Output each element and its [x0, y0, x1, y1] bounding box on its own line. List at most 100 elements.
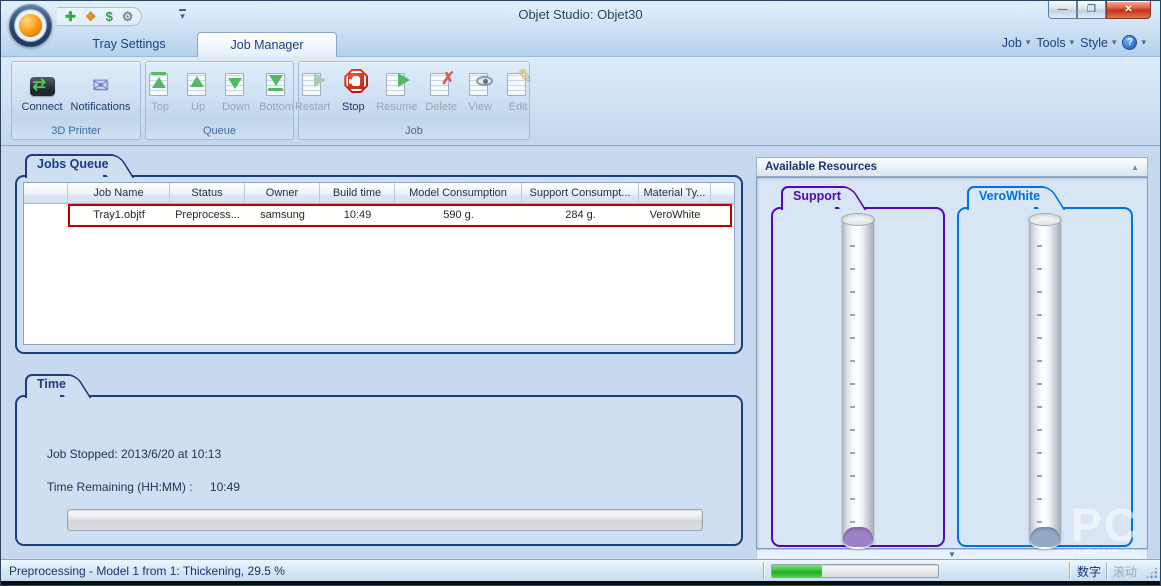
jobs-queue-body: Job Name Status Owner Build time Model C… — [15, 175, 743, 354]
refill-icon[interactable]: ❖ — [85, 10, 97, 23]
verowhite-cylinder — [1029, 213, 1061, 549]
jobs-queue-panel: Jobs Queue Job Name Status Owner Build t… — [15, 154, 743, 354]
quick-access-toolbar: ✚ ❖ $ ⚙ — [57, 7, 142, 26]
column-header-job-name[interactable]: Job Name — [68, 183, 170, 203]
status-bar: Preprocessing - Model 1 from 1: Thickeni… — [1, 559, 1160, 581]
customize-quick-access-button[interactable]: ▾ — [179, 9, 186, 21]
cost-icon[interactable]: $ — [106, 10, 113, 23]
column-header-owner[interactable]: Owner — [245, 183, 320, 203]
scroll-down-icon[interactable]: ▼ — [948, 550, 956, 559]
orb-icon — [19, 14, 42, 37]
chevron-down-icon: ▾ — [180, 12, 185, 21]
window-chrome: Objet Studio: Objet30 ✚ ❖ $ ⚙ ▾ — ❐ ✕ Tr… — [1, 1, 1160, 57]
column-header-model-consumption[interactable]: Model Consumption — [395, 183, 522, 203]
restore-icon: ❐ — [1087, 4, 1096, 15]
notifications-icon: ✉ — [85, 69, 115, 99]
resize-grip[interactable] — [1145, 566, 1158, 579]
job-progress-bar — [67, 509, 703, 531]
queue-bottom-button[interactable]: Bottom — [256, 67, 297, 115]
delete-button[interactable]: ✗ Delete — [422, 67, 460, 115]
move-top-icon — [145, 69, 175, 99]
table-header-row: Job Name Status Owner Build time Model C… — [24, 183, 734, 204]
title-bar[interactable]: Objet Studio: Objet30 ✚ ❖ $ ⚙ ▾ — ❐ ✕ — [1, 1, 1160, 31]
time-panel: Time Job Stopped: 2013/6/20 at 10:13 Tim… — [15, 374, 743, 546]
minimize-button[interactable]: — — [1048, 1, 1077, 19]
table-row[interactable]: Tray1.objtf Preprocess... samsung 10:49 … — [24, 204, 734, 226]
tab-job-manager[interactable]: Job Manager — [197, 32, 337, 57]
restart-icon — [298, 69, 328, 99]
ribbon: Connect ✉ Notifications 3D Printer Top U… — [1, 57, 1160, 146]
ribbon-group-3d-printer: Connect ✉ Notifications 3D Printer — [11, 61, 141, 140]
window-bottom-edge — [1, 581, 1160, 585]
available-resources-header[interactable]: Available Resources ▲ — [756, 157, 1148, 177]
chevron-down-icon: ▾ — [1070, 37, 1075, 48]
verowhite-group-tab: VeroWhite — [967, 186, 1058, 207]
cell-owner: samsung — [245, 204, 320, 226]
chevron-down-icon: ▾ — [1141, 37, 1146, 48]
application-orb-button[interactable] — [9, 4, 52, 47]
cartridge-label: VeroWhite — [967, 186, 1058, 203]
ribbon-group-label: Queue — [146, 125, 293, 137]
queue-top-button[interactable]: Top — [142, 67, 178, 115]
tools-icon[interactable]: ⚙ — [122, 10, 134, 23]
connect-button[interactable]: Connect — [19, 67, 66, 115]
menu-bar: Job▾ Tools▾ Style▾ ?▾ — [1002, 35, 1146, 50]
time-panel-body: Job Stopped: 2013/6/20 at 10:13 Time Rem… — [15, 395, 743, 546]
row-selector-header — [24, 183, 68, 203]
restart-button[interactable]: Restart — [292, 67, 333, 115]
jobs-queue-panel-tab: Jobs Queue — [25, 154, 127, 175]
move-bottom-icon — [262, 69, 292, 99]
ribbon-group-queue: Top Up Down Bottom Queue — [145, 61, 294, 140]
support-group-body — [771, 207, 945, 547]
time-panel-tab: Time — [25, 374, 84, 395]
menu-style[interactable]: Style▾ — [1080, 36, 1116, 50]
collapse-arrow-icon[interactable]: ▲ — [1131, 163, 1139, 172]
new-tray-icon[interactable]: ✚ — [65, 10, 76, 23]
cell-build-time: 10:49 — [320, 204, 395, 226]
restore-button[interactable]: ❐ — [1077, 1, 1106, 19]
time-remaining-label: Time Remaining (HH:MM) : — [47, 480, 193, 494]
separator — [1069, 562, 1070, 579]
tab-tray-settings[interactable]: Tray Settings — [61, 32, 197, 57]
status-message: Preprocessing - Model 1 from 1: Thickeni… — [9, 564, 285, 578]
available-resources-body: Support VeroWhite — [756, 177, 1148, 549]
cell-support-consumption: 284 g. — [522, 204, 639, 226]
stop-button[interactable]: Stop — [335, 67, 371, 115]
column-header-build-time[interactable]: Build time — [320, 183, 395, 203]
minimize-icon: — — [1058, 4, 1068, 15]
column-header-status[interactable]: Status — [170, 183, 245, 203]
resume-icon — [382, 69, 412, 99]
verowhite-group-body — [957, 207, 1133, 547]
verowhite-material-level — [1030, 527, 1060, 547]
support-cartridge-group: Support — [771, 186, 945, 547]
menu-tools[interactable]: Tools▾ — [1036, 36, 1074, 50]
queue-up-button[interactable]: Up — [180, 67, 216, 115]
view-button[interactable]: View — [462, 67, 498, 115]
queue-down-button[interactable]: Down — [218, 67, 254, 115]
window-title: Objet Studio: Objet30 — [1, 7, 1160, 22]
edit-button[interactable]: ✎ Edit — [500, 67, 536, 115]
time-remaining-text: Time Remaining (HH:MM) : 10:49 — [47, 480, 240, 494]
status-progress-fill — [772, 565, 822, 577]
resume-button[interactable]: Resume — [373, 67, 420, 115]
support-material-level — [843, 527, 873, 547]
close-button[interactable]: ✕ — [1106, 1, 1151, 19]
chevron-down-icon: ▾ — [1112, 37, 1117, 48]
support-cylinder — [842, 213, 874, 549]
cell-model-consumption: 590 g. — [395, 204, 522, 226]
ribbon-group-label: Job — [299, 125, 529, 137]
delete-icon: ✗ — [426, 69, 456, 99]
job-stopped-text: Job Stopped: 2013/6/20 at 10:13 — [47, 447, 221, 461]
notifications-button[interactable]: ✉ Notifications — [68, 67, 134, 115]
column-header-support-consumption[interactable]: Support Consumpt... — [522, 183, 639, 203]
column-header-filler — [711, 183, 734, 203]
cell-job-name: Tray1.objtf — [68, 204, 170, 226]
chevron-down-icon: ▾ — [1026, 37, 1031, 48]
column-header-material-type[interactable]: Material Ty... — [639, 183, 711, 203]
panel-title: Time — [25, 374, 84, 391]
help-menu[interactable]: ?▾ — [1122, 35, 1146, 50]
num-lock-indicator: 数字 — [1073, 563, 1105, 580]
available-resources-title: Available Resources — [765, 161, 877, 173]
cell-material-type: VeroWhite — [639, 204, 711, 226]
menu-job[interactable]: Job▾ — [1002, 36, 1031, 50]
